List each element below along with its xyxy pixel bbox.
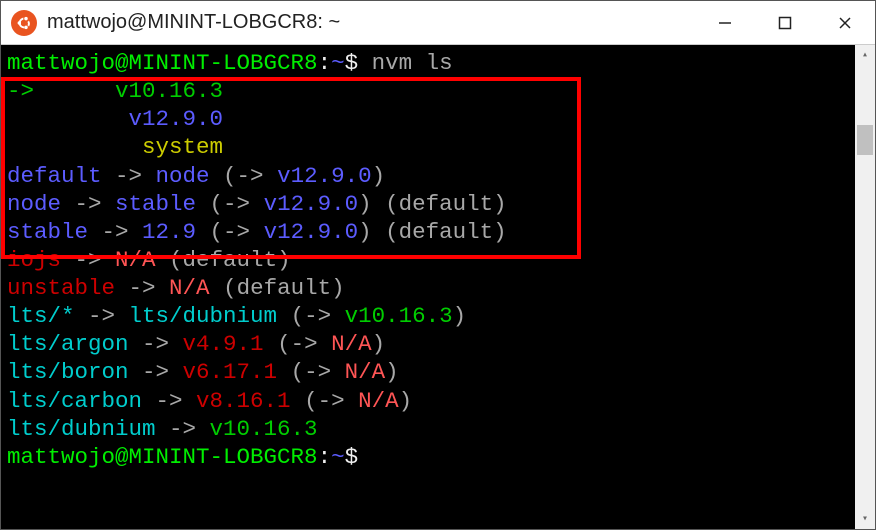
selected-arrow: -> — [7, 78, 34, 104]
lts-boron: lts/boron — [7, 359, 129, 385]
alias-stable: stable — [7, 219, 88, 245]
node-word: node — [156, 163, 210, 189]
ver-491: v4.9.1 — [183, 331, 264, 357]
lts-carbon: lts/carbon — [7, 388, 142, 414]
window-title: mattwojo@MININT-LOBGCR8: ~ — [47, 11, 695, 34]
ver-10b: v10.16.3 — [210, 416, 318, 442]
arrow-txt: -> — [102, 163, 156, 189]
alias-iojs: iojs — [7, 247, 61, 273]
lts-star: lts/* — [7, 303, 75, 329]
ver-6171: v6.17.1 — [183, 359, 278, 385]
close-button[interactable] — [815, 1, 875, 44]
alias-node: node — [7, 191, 61, 217]
version-12: v12.9.0 — [129, 106, 224, 132]
maximize-icon — [778, 16, 792, 30]
prompt-dollar: $ — [345, 50, 359, 76]
ver-129: 12.9 — [142, 219, 196, 245]
terminal-content[interactable]: mattwojo@MININT-LOBGCR8:~$ nvm ls -> v10… — [1, 45, 855, 529]
ver-12c: v12.9.0 — [264, 219, 359, 245]
close-icon — [838, 16, 852, 30]
na-4: N/A — [345, 359, 386, 385]
na-2: N/A — [169, 275, 210, 301]
ubuntu-icon — [11, 10, 37, 36]
scroll-down-icon[interactable]: ▾ — [855, 509, 875, 529]
lts-argon: lts/argon — [7, 331, 129, 357]
paren-l: (-> — [210, 163, 278, 189]
alias-unstable: unstable — [7, 275, 115, 301]
typed-command: nvm ls — [358, 50, 453, 76]
prompt-userhost: mattwojo@MININT-LOBGCR8 — [7, 50, 318, 76]
alias-default: default — [7, 163, 102, 189]
titlebar[interactable]: mattwojo@MININT-LOBGCR8: ~ — [1, 1, 875, 45]
na-3: N/A — [331, 331, 372, 357]
na-5: N/A — [358, 388, 399, 414]
scroll-thumb[interactable] — [857, 125, 873, 155]
window-controls — [695, 1, 875, 44]
na-1: N/A — [115, 247, 156, 273]
stable-word: stable — [115, 191, 196, 217]
ver-12a: v12.9.0 — [277, 163, 372, 189]
minimize-icon — [718, 16, 732, 30]
paren-r: ) — [372, 163, 386, 189]
terminal-area: mattwojo@MININT-LOBGCR8:~$ nvm ls -> v10… — [1, 45, 875, 529]
ver-8161: v8.16.1 — [196, 388, 291, 414]
prompt-path: ~ — [331, 50, 345, 76]
version-10: v10.16.3 — [115, 78, 223, 104]
prompt-sep: : — [318, 50, 332, 76]
tag-default: (default) — [372, 191, 507, 217]
maximize-button[interactable] — [755, 1, 815, 44]
system-label: system — [142, 134, 223, 160]
scroll-up-icon[interactable]: ▴ — [855, 45, 875, 65]
lts-dubnium-1: lts/dubnium — [129, 303, 278, 329]
prompt2-userhost: mattwojo@MININT-LOBGCR8 — [7, 444, 318, 470]
vertical-scrollbar[interactable]: ▴ ▾ — [855, 45, 875, 529]
lts-dubnium-2: lts/dubnium — [7, 416, 156, 442]
ver-10a: v10.16.3 — [345, 303, 453, 329]
minimize-button[interactable] — [695, 1, 755, 44]
ver-12b: v12.9.0 — [264, 191, 359, 217]
terminal-window: mattwojo@MININT-LOBGCR8: ~ mattwojo@MINI… — [0, 0, 876, 530]
